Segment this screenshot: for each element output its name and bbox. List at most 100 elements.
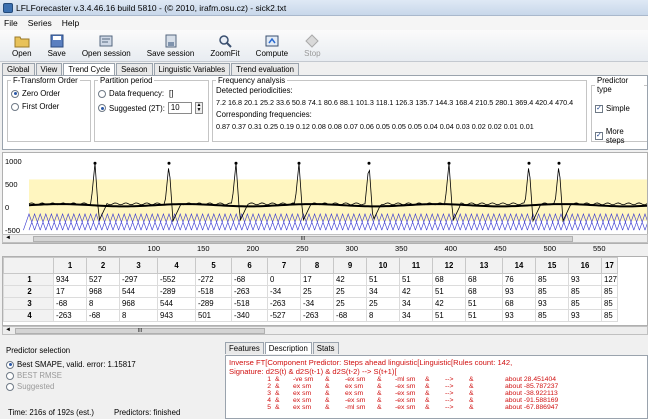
column-header[interactable]: 12 bbox=[432, 257, 466, 274]
table-cell[interactable]: 51 bbox=[399, 273, 433, 286]
table-cell[interactable]: 34 bbox=[399, 297, 433, 310]
table-cell[interactable]: -340 bbox=[231, 309, 268, 322]
table-cell[interactable]: 25 bbox=[366, 297, 400, 310]
table-cell[interactable]: 85 bbox=[535, 285, 569, 298]
table-cell[interactable]: 85 bbox=[600, 285, 619, 298]
table-cell[interactable]: -34 bbox=[267, 285, 301, 298]
table-cell[interactable]: -272 bbox=[195, 273, 232, 286]
column-header[interactable]: 16 bbox=[568, 257, 602, 274]
data-grid[interactable]: 1 2 3 4 5 6 7 8 9 10 11 12 13 14 15 16 17 1 934 527 -297 -552… bbox=[2, 256, 648, 326]
table-cell[interactable]: 17 bbox=[53, 285, 87, 298]
table-cell[interactable]: 968 bbox=[119, 297, 158, 310]
table-cell[interactable]: 85 bbox=[568, 285, 602, 298]
tab-trend-evaluation[interactable]: Trend evaluation bbox=[231, 63, 299, 75]
tab-global[interactable]: Global bbox=[2, 63, 35, 75]
table-cell[interactable]: 544 bbox=[119, 285, 158, 298]
table-cell[interactable]: -68 bbox=[53, 297, 87, 310]
table-cell[interactable]: 51 bbox=[432, 309, 466, 322]
data-frequency-radio[interactable]: Data frequency:[] bbox=[98, 89, 205, 98]
table-cell[interactable]: 85 bbox=[535, 273, 569, 286]
simple-checkbox[interactable]: ✓ Simple bbox=[595, 104, 644, 113]
table-cell[interactable]: -289 bbox=[195, 297, 232, 310]
table-cell[interactable]: 51 bbox=[432, 285, 466, 298]
table-cell[interactable]: -289 bbox=[157, 285, 196, 298]
column-header[interactable]: 5 bbox=[195, 257, 232, 274]
table-cell[interactable]: -518 bbox=[231, 297, 268, 310]
time-series-chart[interactable]: 1000 500 0 -500 bbox=[2, 152, 648, 244]
table-cell[interactable]: 85 bbox=[535, 309, 569, 322]
table-cell[interactable]: 85 bbox=[568, 297, 602, 310]
column-header[interactable]: 4 bbox=[157, 257, 196, 274]
table-cell[interactable]: -68 bbox=[231, 273, 268, 286]
table-cell[interactable]: 8 bbox=[119, 309, 158, 322]
column-header[interactable]: 3 bbox=[119, 257, 158, 274]
tab-features[interactable]: Features bbox=[225, 342, 264, 354]
save-button[interactable]: Save bbox=[40, 30, 74, 62]
table-cell[interactable]: 85 bbox=[600, 309, 619, 322]
tab-view[interactable]: View bbox=[35, 63, 63, 75]
suggested-value-input[interactable]: 10 bbox=[167, 102, 192, 114]
table-cell[interactable]: 42 bbox=[399, 285, 433, 298]
scroll-left-icon[interactable]: ◄ bbox=[5, 235, 11, 241]
best-smape-radio[interactable]: Best SMAPE, valid. error: 1.15817 bbox=[6, 360, 136, 369]
table-row[interactable]: 4 -263 -68 8 943 501 -340 -527 -263 -68 8 34 51 51 93 8… bbox=[3, 309, 619, 322]
open-session-button[interactable]: Open session bbox=[74, 30, 139, 62]
table-cell[interactable]: 34 bbox=[366, 285, 400, 298]
table-row[interactable]: 2 17 968 544 -289 -518 -263 -34 25 25 34 42 51 68 93 85… bbox=[3, 285, 619, 298]
table-cell[interactable]: 76 bbox=[502, 273, 536, 286]
grid-scrollbar[interactable]: ◄ III bbox=[2, 326, 648, 335]
table-cell[interactable]: -518 bbox=[195, 285, 232, 298]
table-cell[interactable]: 968 bbox=[86, 285, 120, 298]
zero-order-radio[interactable]: Zero Order bbox=[11, 89, 87, 98]
table-cell[interactable]: 68 bbox=[465, 285, 503, 298]
table-cell[interactable]: 51 bbox=[465, 297, 503, 310]
table-cell[interactable]: -68 bbox=[86, 309, 120, 322]
column-header[interactable]: 9 bbox=[333, 257, 367, 274]
table-row[interactable]: 1 934 527 -297 -552 -272 -68 0 17 42 51 51 68 68 76 85 9… bbox=[3, 273, 619, 286]
table-cell[interactable]: -297 bbox=[119, 273, 158, 286]
table-cell[interactable]: 42 bbox=[333, 273, 367, 286]
table-cell[interactable]: 934 bbox=[53, 273, 87, 286]
column-header[interactable]: 17 bbox=[600, 257, 619, 274]
spinner-icon[interactable]: ▲ ▼ bbox=[194, 102, 203, 114]
stop-button[interactable]: Stop bbox=[296, 30, 328, 62]
table-cell[interactable]: 544 bbox=[157, 297, 196, 310]
first-order-radio[interactable]: First Order bbox=[11, 102, 87, 111]
column-header[interactable]: 1 bbox=[53, 257, 87, 274]
table-cell[interactable]: 93 bbox=[535, 297, 569, 310]
table-cell[interactable]: -527 bbox=[267, 309, 301, 322]
table-cell[interactable]: 85 bbox=[600, 297, 619, 310]
table-cell[interactable]: -34 bbox=[300, 297, 334, 310]
column-header[interactable]: 6 bbox=[231, 257, 268, 274]
table-cell[interactable]: 25 bbox=[333, 285, 367, 298]
column-header[interactable]: 8 bbox=[300, 257, 334, 274]
suggested-predictor-radio[interactable]: Suggested bbox=[6, 382, 54, 391]
column-header[interactable]: 14 bbox=[502, 257, 536, 274]
save-session-button[interactable]: Save session bbox=[139, 30, 203, 62]
table-cell[interactable]: 8 bbox=[366, 309, 400, 322]
suggested-radio[interactable]: Suggested (2T): 10 ▲ ▼ bbox=[98, 102, 205, 114]
table-cell[interactable]: 17 bbox=[300, 273, 334, 286]
table-cell[interactable]: 943 bbox=[157, 309, 196, 322]
column-header[interactable]: 13 bbox=[465, 257, 503, 274]
chart-scrollbar[interactable]: ◄ III bbox=[2, 234, 648, 243]
table-cell[interactable]: 501 bbox=[195, 309, 232, 322]
table-cell[interactable]: 127 bbox=[600, 273, 619, 286]
table-cell[interactable]: 93 bbox=[568, 273, 602, 286]
column-header[interactable]: 10 bbox=[366, 257, 400, 274]
table-cell[interactable]: 68 bbox=[502, 297, 536, 310]
table-cell[interactable]: 25 bbox=[300, 285, 334, 298]
tab-season[interactable]: Season bbox=[116, 63, 153, 75]
tab-linguistic-variables[interactable]: Linguistic Variables bbox=[153, 63, 231, 75]
table-cell[interactable]: 42 bbox=[432, 297, 466, 310]
table-cell[interactable]: 68 bbox=[432, 273, 466, 286]
table-row[interactable]: 3 -68 8 968 544 -289 -518 -263 -34 25 25 34 42 51 68 93… bbox=[3, 297, 619, 310]
column-header[interactable]: 15 bbox=[535, 257, 569, 274]
table-cell[interactable]: 0 bbox=[267, 273, 301, 286]
table-cell[interactable]: -68 bbox=[333, 309, 367, 322]
column-header[interactable]: 7 bbox=[267, 257, 301, 274]
table-cell[interactable]: 8 bbox=[86, 297, 120, 310]
table-cell[interactable]: 93 bbox=[568, 309, 602, 322]
table-cell[interactable]: 527 bbox=[86, 273, 120, 286]
best-rmse-radio[interactable]: BEST RMSE bbox=[6, 371, 62, 380]
